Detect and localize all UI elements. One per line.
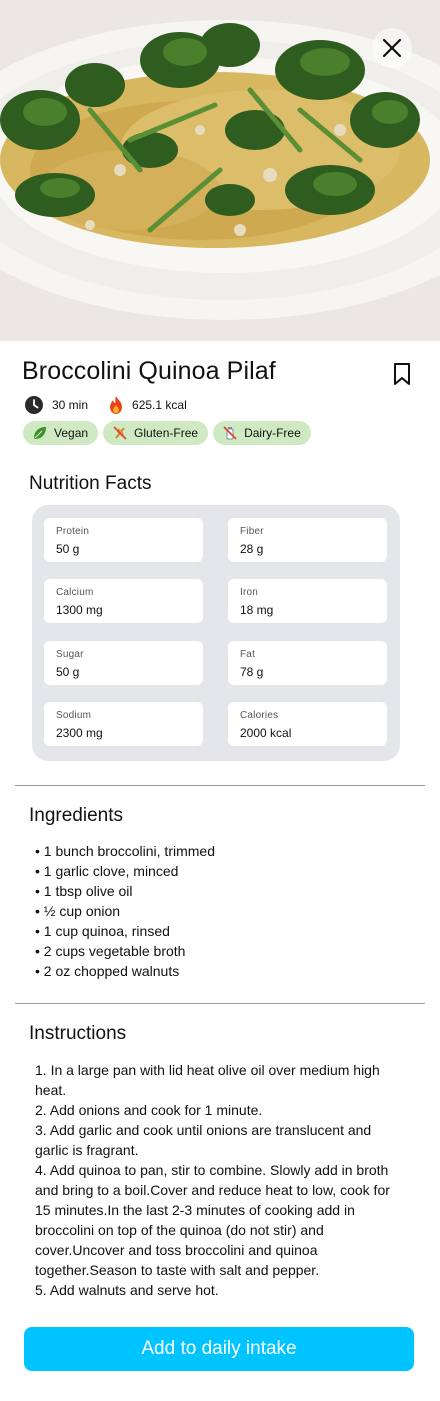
divider xyxy=(15,1003,425,1004)
nutrition-item-sodium: Sodium 2300 mg xyxy=(44,702,203,746)
nutrition-card: Protein 50 g Fiber 28 g Calcium 1300 mg … xyxy=(32,505,400,761)
tag-label: Dairy-Free xyxy=(244,426,301,440)
recipe-meta: 30 min 625.1 kcal xyxy=(24,394,187,416)
nutrition-item-calories: Calories 2000 kcal xyxy=(228,702,387,746)
list-item: 1 bunch broccolini, trimmed xyxy=(35,841,215,861)
nutrition-value: 50 g xyxy=(56,542,80,556)
nutrition-value: 28 g xyxy=(240,542,264,556)
recipe-title: Broccolini Quinoa Pilaf xyxy=(22,357,276,385)
nutrition-label: Protein xyxy=(56,526,90,537)
fire-icon xyxy=(110,396,123,414)
nutrition-title: Nutrition Facts xyxy=(29,473,152,494)
ingredients-title: Ingredients xyxy=(29,805,124,826)
nutrition-item-protein: Protein 50 g xyxy=(44,518,203,562)
list-item: 2 oz chopped walnuts xyxy=(35,961,215,981)
nutrition-value: 50 g xyxy=(56,665,80,679)
instruction-step: 5. Add walnuts and serve hot. xyxy=(35,1282,219,1298)
nutrition-label: Sugar xyxy=(56,649,84,660)
diet-tags: Vegan Gluten-Free Dairy-Free xyxy=(23,421,311,445)
instruction-step: 1. In a large pan with lid heat olive oi… xyxy=(35,1062,380,1098)
clock-icon xyxy=(25,396,43,414)
leaf-icon xyxy=(34,427,46,439)
instructions-title: Instructions xyxy=(29,1023,127,1044)
nutrition-value: 18 mg xyxy=(240,603,274,617)
nutrition-label: Fat xyxy=(240,649,256,660)
instructions-list: 1. In a large pan with lid heat olive oi… xyxy=(35,1060,405,1300)
tag-label: Vegan xyxy=(54,426,89,440)
close-button[interactable] xyxy=(372,28,412,68)
nutrition-value: 1300 mg xyxy=(56,603,103,617)
instruction-step: 2. Add onions and cook for 1 minute. xyxy=(35,1102,263,1118)
nutrition-item-fat: Fat 78 g xyxy=(228,641,387,685)
nutrition-item-calcium: Calcium 1300 mg xyxy=(44,579,203,623)
nutrition-label: Calories xyxy=(240,710,279,721)
bookmark-button[interactable] xyxy=(390,361,416,387)
divider xyxy=(15,785,425,786)
list-item: ½ cup onion xyxy=(35,901,215,921)
tag-gluten-free: Gluten-Free xyxy=(103,421,209,445)
ingredients-list: 1 bunch broccolini, trimmed 1 garlic clo… xyxy=(35,841,215,981)
nutrition-value: 2000 kcal xyxy=(240,726,292,740)
nutrition-label: Iron xyxy=(240,587,259,598)
nutrition-value: 78 g xyxy=(240,665,264,679)
close-icon xyxy=(382,38,402,58)
nutrition-label: Sodium xyxy=(56,710,92,721)
prep-time: 30 min xyxy=(52,398,89,412)
no-dairy-icon xyxy=(223,426,237,440)
nutrition-label: Fiber xyxy=(240,526,264,537)
bookmark-icon xyxy=(394,363,410,385)
instruction-step: 3. Add garlic and cook until onions are … xyxy=(35,1122,372,1158)
nutrition-value: 2300 mg xyxy=(56,726,103,740)
list-item: 1 tbsp olive oil xyxy=(35,881,215,901)
recipe-photo xyxy=(0,0,440,341)
no-gluten-icon xyxy=(113,426,127,440)
list-item: 1 cup quinoa, rinsed xyxy=(35,921,215,941)
tag-vegan: Vegan xyxy=(23,421,99,445)
calories-label: 625.1 kcal xyxy=(132,398,187,412)
nutrition-item-iron: Iron 18 mg xyxy=(228,579,387,623)
list-item: 2 cups vegetable broth xyxy=(35,941,215,961)
nutrition-item-fiber: Fiber 28 g xyxy=(228,518,387,562)
instruction-step: 4. Add quinoa to pan, stir to combine. S… xyxy=(35,1162,390,1278)
nutrition-label: Calcium xyxy=(56,587,94,598)
nutrition-item-sugar: Sugar 50 g xyxy=(44,641,203,685)
tag-dairy-free: Dairy-Free xyxy=(213,421,311,445)
add-to-daily-intake-button[interactable]: Add to daily intake xyxy=(24,1327,414,1371)
tag-label: Gluten-Free xyxy=(134,426,199,440)
list-item: 1 garlic clove, minced xyxy=(35,861,215,881)
